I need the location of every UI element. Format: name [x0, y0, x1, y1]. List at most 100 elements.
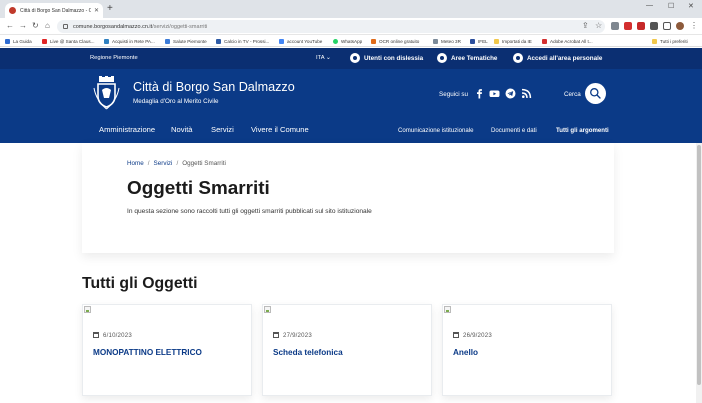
- facebook-icon[interactable]: [474, 88, 485, 99]
- thematic-areas-icon: [437, 53, 447, 63]
- url-text: comune.borgosandalmazzo.cn.it/servizi/og…: [73, 23, 208, 30]
- card-date: 27/9/2023: [283, 332, 312, 339]
- acrobat-extension-icon[interactable]: [624, 22, 632, 30]
- folder-icon: [494, 38, 499, 44]
- all-bookmarks-folder[interactable]: Tutti i preferiti: [652, 37, 688, 45]
- object-card[interactable]: 6/10/2023 MONOPATTINO ELETTRICO: [82, 304, 252, 396]
- card-title[interactable]: Scheda telefonica: [273, 348, 343, 357]
- bookmark-icon: [371, 38, 376, 44]
- youtube-bookmark-icon: [42, 38, 47, 44]
- page-title: Oggetti Smarriti: [127, 178, 270, 199]
- region-link[interactable]: Regione Piemonte: [90, 55, 138, 61]
- site-title[interactable]: Città di Borgo San Dalmazzo: [133, 80, 295, 94]
- whatsapp-bookmark-icon: [333, 38, 338, 44]
- minimize-window-icon[interactable]: —: [646, 2, 653, 9]
- scrollbar-thumb[interactable]: [697, 145, 701, 385]
- broken-image-icon: [444, 306, 451, 313]
- pdf-extension-icon[interactable]: [637, 22, 645, 30]
- back-icon[interactable]: ←: [6, 21, 14, 31]
- new-tab-button[interactable]: +: [107, 3, 113, 15]
- browser-tabstrip: Città di Borgo San Dalmazzo - O... ✕ + —…: [0, 0, 702, 18]
- reload-icon[interactable]: ↻: [32, 21, 39, 31]
- bookmark-item[interactable]: Acquisti in Rete PA...: [104, 37, 155, 45]
- calendar-icon: [453, 332, 459, 338]
- calendar-icon: [93, 332, 99, 338]
- bookmark-icon: [5, 38, 10, 44]
- menu-item-argomenti[interactable]: Tutti gli argomenti: [556, 127, 609, 134]
- bookmark-icon: [104, 38, 109, 44]
- city-crest-icon[interactable]: [93, 76, 120, 110]
- address-bar[interactable]: comune.borgosandalmazzo.cn.it/servizi/og…: [57, 20, 605, 33]
- browser-toolbar: ← → ↻ ⌂ comune.borgosandalmazzo.cn.it/se…: [0, 18, 702, 35]
- menu-item-documenti[interactable]: Documenti e dati: [491, 127, 537, 134]
- share-icon[interactable]: ⇪: [582, 21, 589, 31]
- site-topbar: Regione Piemonte ITA ⌄ Utenti con disles…: [0, 48, 702, 69]
- google-bookmark-icon: [279, 38, 284, 44]
- object-card[interactable]: 27/9/2023 Scheda telefonica: [262, 304, 432, 396]
- user-icon: [513, 53, 523, 63]
- menu-item-comunicazione[interactable]: Comunicazione istituzionale: [398, 127, 474, 134]
- search-button[interactable]: [585, 83, 606, 104]
- menu-item-novita[interactable]: Novità: [171, 125, 193, 134]
- maximize-window-icon[interactable]: ☐: [668, 2, 674, 10]
- close-window-icon[interactable]: ✕: [688, 2, 694, 10]
- object-card[interactable]: 26/9/2023 Anello: [442, 304, 612, 396]
- card-date: 6/10/2023: [103, 332, 132, 339]
- bookmark-item[interactable]: WhatsApp: [333, 37, 362, 45]
- menu-item-vivere-il-comune[interactable]: Vivere il Comune: [251, 125, 309, 134]
- tab-title: Città di Borgo San Dalmazzo - O...: [20, 7, 91, 14]
- bookmark-item[interactable]: Salute Piemonte: [165, 37, 207, 45]
- home-icon[interactable]: ⌂: [45, 21, 50, 31]
- folder-icon: [652, 38, 657, 44]
- breadcrumb-separator: /: [176, 160, 179, 167]
- menu-item-amministrazione[interactable]: Amministrazione: [99, 125, 155, 134]
- bookmark-item[interactable]: La Guida: [5, 37, 32, 45]
- search-icon: [590, 88, 601, 99]
- bookmark-item[interactable]: Calcio in TV - Prossi...: [216, 37, 269, 45]
- acrobat-bookmark-icon: [542, 38, 547, 44]
- lock-icon: [63, 24, 68, 29]
- extensions-puzzle-icon[interactable]: [650, 22, 658, 30]
- card-title[interactable]: MONOPATTINO ELETTRICO: [93, 348, 202, 357]
- browser-menu-icon[interactable]: ⋮: [690, 21, 698, 31]
- breadcrumb: Home / Servizi / Oggetti Smarriti: [127, 160, 226, 167]
- bookmark-icon: [433, 38, 438, 44]
- bookmark-item[interactable]: Live @ Santa Claus...: [42, 37, 95, 45]
- breadcrumb-home[interactable]: Home: [127, 160, 144, 167]
- bookmark-folder[interactable]: Importati da IE: [494, 37, 532, 45]
- extension-icon[interactable]: [611, 22, 619, 30]
- card-title[interactable]: Anello: [453, 348, 478, 357]
- bookmark-item[interactable]: Meteo 3R: [433, 37, 461, 45]
- rss-icon[interactable]: [521, 88, 532, 99]
- forward-icon[interactable]: →: [19, 21, 27, 31]
- bookmark-icon: [165, 38, 170, 44]
- broken-image-icon: [84, 306, 91, 313]
- browser-tab[interactable]: Città di Borgo San Dalmazzo - O... ✕: [5, 3, 103, 18]
- profile-avatar[interactable]: [676, 22, 684, 30]
- bookmark-item[interactable]: OCR online gratuito: [371, 37, 419, 45]
- site-subtitle: Medaglia d'Oro al Merito Civile: [133, 98, 219, 105]
- section-title: Tutti gli Oggetti: [82, 275, 198, 292]
- youtube-icon[interactable]: [489, 88, 500, 99]
- login-link[interactable]: Accedi all'area personale: [513, 53, 602, 63]
- broken-image-icon: [264, 306, 271, 313]
- bookmark-icon: [216, 38, 221, 44]
- close-tab-icon[interactable]: ✕: [94, 7, 99, 14]
- thematic-areas-link[interactable]: Aree Tematiche: [437, 53, 497, 63]
- calendar-icon: [273, 332, 279, 338]
- bookmark-item[interactable]: IFEL: [470, 37, 488, 45]
- social-label: Seguici su: [439, 91, 469, 98]
- bookmark-item[interactable]: account YouTube: [279, 37, 322, 45]
- side-panel-icon[interactable]: [663, 22, 671, 30]
- telegram-icon[interactable]: [505, 88, 516, 99]
- language-selector[interactable]: ITA ⌄: [316, 55, 331, 61]
- menu-item-servizi[interactable]: Servizi: [211, 125, 234, 134]
- dyslexia-link[interactable]: Utenti con dislessia: [350, 53, 423, 63]
- bookmark-item[interactable]: Adobe Acrobat All t...: [542, 37, 593, 45]
- breadcrumb-servizi[interactable]: Servizi: [154, 160, 173, 167]
- search-label[interactable]: Cerca: [564, 91, 581, 98]
- bookmarks-bar: La Guida Live @ Santa Claus... Acquisti …: [0, 35, 702, 47]
- bookmark-star-icon[interactable]: ☆: [595, 21, 602, 31]
- breadcrumb-separator: /: [147, 160, 150, 167]
- page-description: In questa sezione sono raccolti tutti gl…: [127, 208, 372, 215]
